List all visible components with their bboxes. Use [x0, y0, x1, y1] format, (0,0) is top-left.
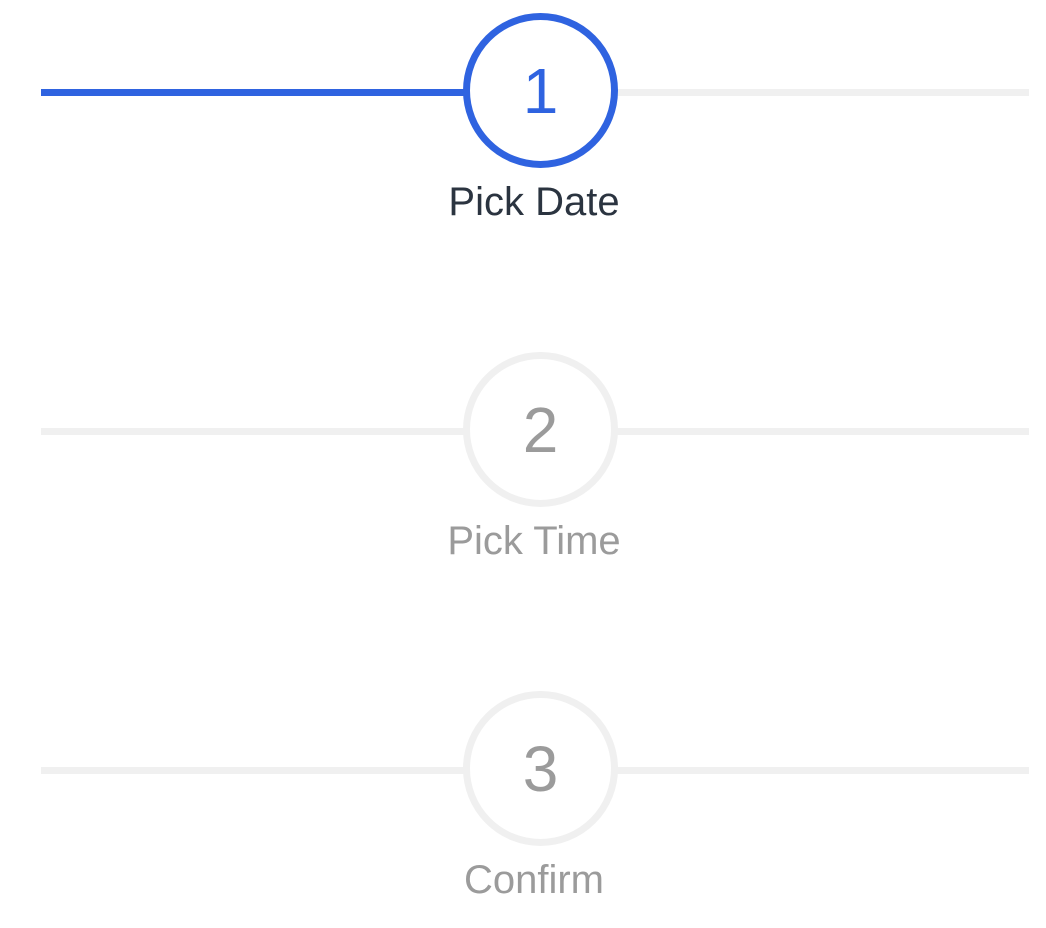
step-pick-time[interactable]: 2 Pick Time — [0, 339, 1046, 589]
progress-line-right — [611, 767, 1029, 774]
step-label: Confirm — [463, 858, 605, 902]
step-number: 3 — [522, 732, 559, 805]
progress-line-right — [611, 428, 1029, 435]
progress-line-left — [41, 428, 465, 435]
progress-line-right — [611, 89, 1029, 96]
step-number: 2 — [522, 393, 559, 466]
step-circle[interactable]: 3 — [463, 691, 618, 846]
step-pick-date[interactable]: 1 Pick Date — [0, 0, 1046, 250]
step-number: 1 — [522, 54, 559, 127]
step-circle[interactable]: 2 — [463, 352, 618, 507]
step-label: Pick Date — [448, 180, 620, 224]
step-circle[interactable]: 1 — [463, 13, 618, 168]
step-label: Pick Time — [447, 519, 621, 563]
progress-line-left — [41, 89, 465, 96]
progress-line-left — [41, 767, 465, 774]
step-confirm[interactable]: 3 Confirm — [0, 678, 1046, 928]
vertical-stepper: 1 Pick Date 2 Pick Time 3 Confirm — [0, 0, 1046, 902]
